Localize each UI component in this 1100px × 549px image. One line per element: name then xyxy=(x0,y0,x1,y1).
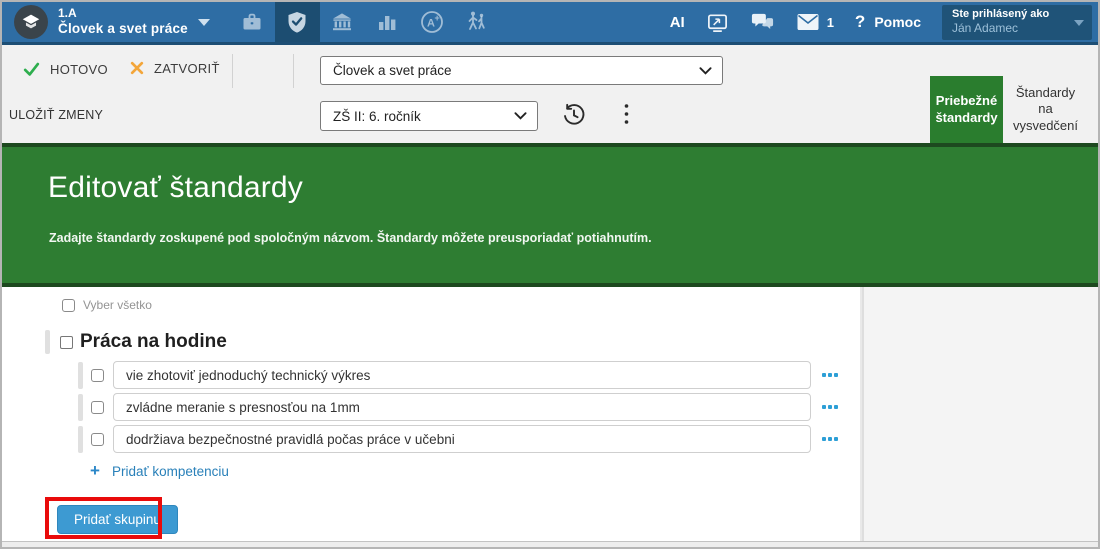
competency-input[interactable] xyxy=(113,393,811,421)
chevron-down-icon xyxy=(1074,20,1084,26)
drag-handle[interactable] xyxy=(78,394,83,421)
edupage-logo-icon[interactable] xyxy=(14,5,48,39)
module-nav: A + xyxy=(230,2,500,42)
save-changes-button[interactable]: ULOŽIŤ ZMENY xyxy=(9,108,103,122)
add-group-button[interactable]: Pridať skupinu xyxy=(57,505,178,534)
messages-button[interactable]: 1 xyxy=(796,12,834,32)
ellipsis-menu-icon[interactable] xyxy=(820,433,840,445)
ellipsis-menu-icon[interactable] xyxy=(820,369,840,381)
class-subject-selector[interactable]: 1.A Človek a svet práce xyxy=(58,7,188,36)
nav-excursion-walkers-icon[interactable] xyxy=(455,2,500,42)
check-icon xyxy=(22,60,41,78)
competency-checkbox[interactable] xyxy=(91,401,104,414)
logged-in-username: Ján Adamec xyxy=(952,21,1070,35)
group-header-row: Práca na hodine xyxy=(45,330,227,354)
tab-priebezne-standardy[interactable]: Priebežné štandardy xyxy=(930,76,1003,143)
subject-select[interactable]: Človek a svet práce xyxy=(320,56,723,85)
class-label: 1.A xyxy=(58,7,188,21)
competency-row xyxy=(78,393,840,421)
layers-icon xyxy=(20,11,42,33)
logged-in-user-menu[interactable]: Ste prihlásený ako Ján Adamec xyxy=(942,5,1092,40)
competency-row xyxy=(78,361,840,389)
close-x-icon xyxy=(129,60,145,76)
competency-input[interactable] xyxy=(113,361,811,389)
help-button[interactable]: ? Pomoc xyxy=(855,12,921,32)
close-button[interactable]: ZATVORIŤ xyxy=(129,60,220,76)
nav-bank-icon[interactable] xyxy=(320,2,365,42)
nav-grades-aplus-icon[interactable]: A + xyxy=(410,2,455,42)
drag-handle[interactable] xyxy=(45,330,50,354)
toolbar-divider xyxy=(293,54,294,88)
page-subtitle: Zadajte štandardy zoskupené pod spoločný… xyxy=(49,231,652,245)
chevron-down-icon[interactable] xyxy=(198,19,210,26)
edit-standards-banner: Editovať štandardy Zadajte štandardy zos… xyxy=(2,143,1098,287)
history-icon[interactable] xyxy=(561,102,587,133)
subject-label: Človek a svet práce xyxy=(58,21,188,37)
done-button[interactable]: HOTOVO xyxy=(22,60,108,78)
select-all-checkbox[interactable] xyxy=(62,299,75,312)
toolbar-divider xyxy=(232,54,233,88)
top-navigation-bar: 1.A Človek a svet práce xyxy=(2,2,1098,45)
add-competency-link[interactable]: + Pridať kompetenciu xyxy=(90,461,229,481)
svg-text:+: + xyxy=(435,13,440,23)
competency-checkbox[interactable] xyxy=(91,433,104,446)
mail-count-badge: 1 xyxy=(827,15,834,30)
editor-toolbar: HOTOVO ZATVORIŤ ULOŽIŤ ZMENY Človek a sv… xyxy=(2,45,1098,143)
group-title: Práca na hodine xyxy=(80,331,227,353)
content-right-panel xyxy=(862,287,1098,541)
ellipsis-menu-icon[interactable] xyxy=(820,401,840,413)
plus-icon: + xyxy=(90,461,112,481)
select-all-label: Vyber všetko xyxy=(83,298,152,312)
competency-input[interactable] xyxy=(113,425,811,453)
chat-bubbles-icon[interactable] xyxy=(750,10,775,34)
page-title: Editovať štandardy xyxy=(48,171,303,205)
competency-row xyxy=(78,425,840,453)
nav-shield-check-icon[interactable] xyxy=(275,2,320,42)
competency-checkbox[interactable] xyxy=(91,369,104,382)
group-checkbox[interactable] xyxy=(60,336,73,349)
grade-select[interactable]: ZŠ II: 6. ročník xyxy=(320,101,538,131)
envelope-icon xyxy=(796,12,820,32)
kebab-menu-icon[interactable] xyxy=(619,103,633,125)
ai-button[interactable]: AI xyxy=(670,14,685,31)
standards-editor-content: Vyber všetko Práca na hodine + xyxy=(2,287,1098,541)
question-mark-icon: ? xyxy=(855,12,865,32)
topbar-right-cluster: AI 1 xyxy=(670,5,1098,40)
chevron-down-icon xyxy=(699,66,712,75)
app-window: 1.A Človek a svet práce xyxy=(0,0,1100,549)
logged-in-prefix: Ste prihlásený ako xyxy=(952,8,1070,20)
window-bottom-strip xyxy=(2,541,1098,547)
select-all-row: Vyber všetko xyxy=(62,298,152,312)
drag-handle[interactable] xyxy=(78,426,83,453)
tab-standardy-na-vysvedceni[interactable]: Štandardy na vysvedčení xyxy=(1003,76,1088,143)
nav-bar-chart-icon[interactable] xyxy=(365,2,410,42)
chevron-down-icon xyxy=(514,112,527,121)
standards-tabs: Priebežné štandardy Štandardy na vysvedč… xyxy=(930,76,1088,143)
drag-handle[interactable] xyxy=(78,362,83,389)
nav-briefcase-icon[interactable] xyxy=(230,2,275,42)
cast-icon[interactable] xyxy=(706,11,729,34)
